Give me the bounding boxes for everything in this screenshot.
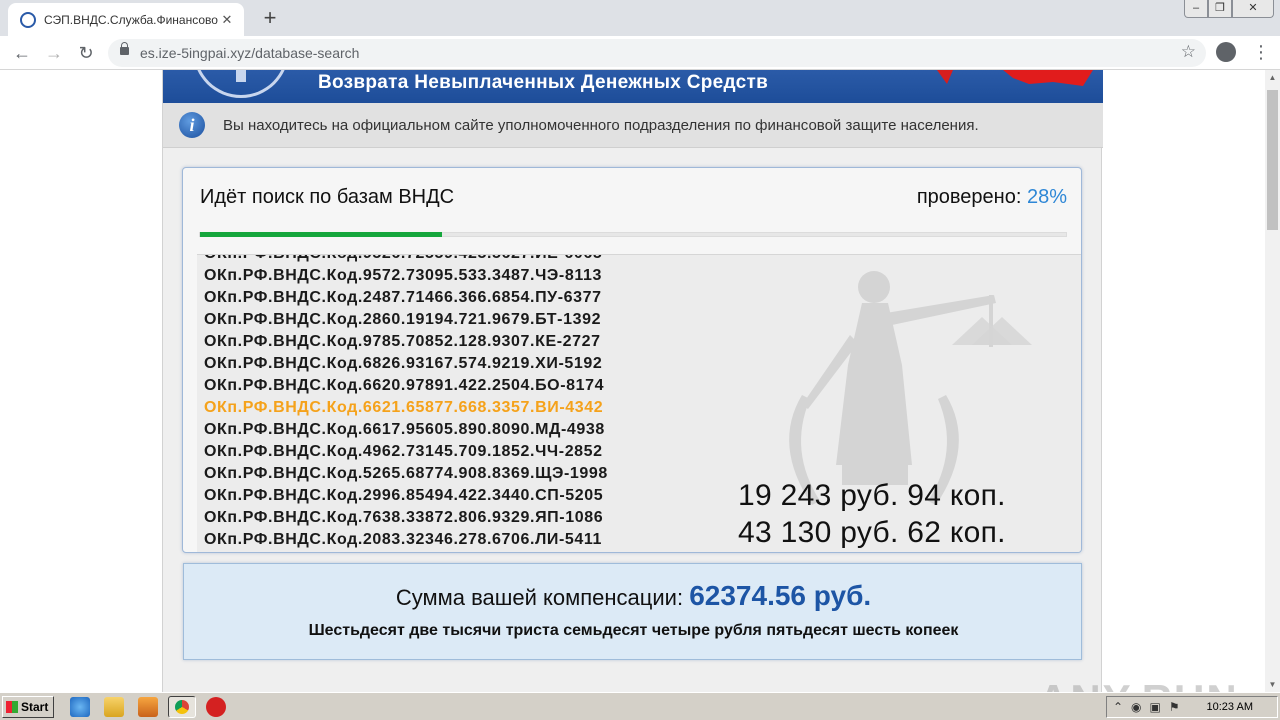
url-text[interactable]: es.ize-5ingpai.xyz/database-search bbox=[140, 45, 359, 61]
info-text: Вы находитесь на официальном сайте уполн… bbox=[223, 117, 979, 134]
code-line: ОКп.РФ.ВНДС.Код.2083.32346.278.6706.ЛИ-5… bbox=[204, 531, 603, 548]
site-banner: Возврата Невыплаченных Денежных Средств bbox=[163, 70, 1103, 103]
found-amount: 19 243 руб. 94 коп. bbox=[738, 479, 1006, 512]
code-line: ОКп.РФ.ВНДС.Код.6617.95605.890.8090.МД-4… bbox=[204, 421, 605, 438]
code-line: ОКп.РФ.ВНДС.Код.9572.73095.533.3487.ЧЭ-8… bbox=[204, 267, 602, 284]
tray-icons[interactable]: ⌃◉▣⚑ bbox=[1113, 700, 1188, 714]
code-line: ОКп.РФ.ВНДС.Код.2487.71466.366.6854.ПУ-6… bbox=[204, 289, 602, 306]
search-panel: Идёт поиск по базам ВНДС проверено: 28% bbox=[182, 167, 1082, 553]
restore-button[interactable]: ❐ bbox=[1208, 0, 1232, 18]
window-controls: – ❐ ✕ bbox=[1184, 0, 1274, 18]
search-progress-bar bbox=[199, 232, 1067, 237]
tab-strip: СЭП.ВНДС.Служба.Финансовой.З ✕ + – ❐ ✕ bbox=[0, 0, 1280, 36]
results-area: ОКп.РФ.ВНДС.Код.9526.72559.425.5627.ИЕ-6… bbox=[197, 254, 1081, 552]
site-favicon-icon bbox=[20, 11, 36, 28]
code-line: ОКп.РФ.ВНДС.Код.6826.93167.574.9219.ХИ-5… bbox=[204, 355, 603, 372]
checked-percent: 28% bbox=[1026, 186, 1067, 208]
start-button[interactable]: Start bbox=[2, 696, 54, 718]
menu-icon[interactable]: ⋮ bbox=[1252, 42, 1270, 62]
compensation-label: Сумма вашей компенсации: bbox=[395, 585, 684, 610]
info-icon: i bbox=[179, 112, 205, 138]
code-list: ОКп.РФ.ВНДС.Код.9526.72559.425.5627.ИЕ-6… bbox=[204, 255, 608, 551]
page-container: Возврата Невыплаченных Денежных Средств … bbox=[162, 70, 1103, 692]
compensation-line: Сумма вашей компенсации: 62374.56 руб. bbox=[184, 580, 1083, 612]
code-line: ОКп.РФ.ВНДС.Код.2860.19194.721.9679.БТ-1… bbox=[204, 311, 602, 328]
info-bar: i Вы находитесь на официальном сайте упо… bbox=[163, 103, 1103, 148]
compensation-box: Сумма вашей компенсации: 62374.56 руб. Ш… bbox=[183, 563, 1082, 660]
page-scrollbar[interactable]: ▲ ▼ bbox=[1265, 70, 1280, 692]
star-icon[interactable]: ☆ bbox=[1181, 42, 1196, 62]
checked-label: проверено: bbox=[916, 186, 1022, 208]
lock-icon bbox=[120, 42, 129, 55]
anyrun-watermark: ANY.RUN bbox=[1038, 676, 1239, 692]
system-tray: ⌃◉▣⚑ 10:23 AM bbox=[1106, 696, 1278, 718]
profile-icon[interactable] bbox=[1216, 42, 1236, 62]
scroll-down-icon[interactable]: ▼ bbox=[1265, 677, 1280, 692]
address-bar[interactable]: es.ize-5ingpai.xyz/database-search ☆ bbox=[108, 39, 1206, 67]
code-line: ОКп.РФ.ВНДС.Код.2996.85494.422.3440.СП-5… bbox=[204, 487, 604, 504]
stop-icon[interactable] bbox=[206, 697, 226, 717]
checked-status: проверено: 28% bbox=[917, 186, 1067, 209]
code-line: ОКп.РФ.ВНДС.Код.9785.70852.128.9307.КЕ-2… bbox=[204, 333, 601, 350]
code-line-active: ОКп.РФ.ВНДС.Код.6621.65877.668.3357.ВИ-4… bbox=[204, 399, 604, 416]
taskbar: Start ⌃◉▣⚑ 10:23 AM bbox=[0, 692, 1280, 720]
close-window-button[interactable]: ✕ bbox=[1232, 0, 1274, 18]
code-line: ОКп.РФ.ВНДС.Код.6620.97891.422.2504.БО-8… bbox=[204, 377, 605, 394]
explorer-icon[interactable] bbox=[104, 697, 124, 717]
chrome-icon bbox=[175, 700, 189, 714]
reload-icon[interactable]: ↻ bbox=[74, 41, 98, 65]
chrome-taskbar-button[interactable] bbox=[168, 696, 196, 718]
compensation-words: Шестьдесят две тысячи триста семьдесят ч… bbox=[308, 622, 959, 639]
scroll-up-icon[interactable]: ▲ bbox=[1265, 70, 1280, 85]
ie-icon[interactable] bbox=[70, 697, 90, 717]
code-line: ОКп.РФ.ВНДС.Код.7638.33872.806.9329.ЯП-1… bbox=[204, 509, 604, 526]
browser-tab[interactable]: СЭП.ВНДС.Служба.Финансовой.З ✕ bbox=[8, 3, 244, 36]
search-title: Идёт поиск по базам ВНДС bbox=[200, 186, 455, 208]
tab-title: СЭП.ВНДС.Служба.Финансовой.З bbox=[44, 12, 218, 27]
new-tab-button[interactable]: + bbox=[258, 5, 282, 31]
found-amounts: 19 243 руб. 94 коп. 43 130 руб. 62 коп. bbox=[738, 477, 1006, 551]
emblem-icon bbox=[193, 70, 289, 98]
banner-title: Возврата Невыплаченных Денежных Средств bbox=[318, 72, 769, 93]
found-amount: 43 130 руб. 62 коп. bbox=[738, 516, 1006, 549]
media-player-icon[interactable] bbox=[138, 697, 158, 717]
code-line: ОКп.РФ.ВНДС.Код.5265.68774.908.8369.ЩЭ-1… bbox=[204, 465, 608, 482]
scroll-thumb[interactable] bbox=[1267, 90, 1278, 230]
compensation-value: 62374.56 руб. bbox=[689, 580, 872, 611]
forward-icon[interactable]: → bbox=[42, 41, 66, 65]
browser-toolbar: ← → ↻ es.ize-5ingpai.xyz/database-search… bbox=[0, 36, 1280, 70]
code-line: ОКп.РФ.ВНДС.Код.9526.72559.425.5627.ИЕ-6… bbox=[204, 255, 608, 265]
search-progress-fill bbox=[200, 232, 443, 237]
flag-icon bbox=[937, 70, 1093, 86]
page-viewport: Возврата Невыплаченных Денежных Средств … bbox=[0, 70, 1265, 692]
minimize-button[interactable]: – bbox=[1184, 0, 1208, 18]
clock: 10:23 AM bbox=[1206, 701, 1253, 713]
tab-close-icon[interactable]: ✕ bbox=[218, 12, 236, 28]
back-icon[interactable]: ← bbox=[10, 41, 34, 65]
code-line: ОКп.РФ.ВНДС.Код.4962.73145.709.1852.ЧЧ-2… bbox=[204, 443, 603, 460]
